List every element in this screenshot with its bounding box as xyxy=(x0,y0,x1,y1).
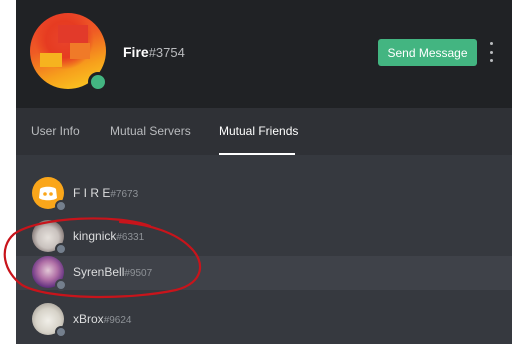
offline-status-icon xyxy=(55,243,67,255)
friend-discriminator: #9507 xyxy=(124,268,153,279)
offline-status-icon xyxy=(55,279,67,291)
offline-status-icon xyxy=(55,326,67,338)
profile-username: Fire#3754 xyxy=(123,44,185,60)
friend-username: F I R E xyxy=(73,186,111,200)
friend-row-syrenbell[interactable]: SyrenBell#9507 xyxy=(16,256,512,291)
page-margin xyxy=(0,0,16,344)
user-profile-modal: Fire#3754 Send Message User Info Mutual … xyxy=(16,0,512,344)
friend-name: xBrox#9624 xyxy=(73,312,132,326)
avatar-art-block xyxy=(40,53,62,67)
friend-discriminator: #7673 xyxy=(110,189,139,200)
avatar-art-block xyxy=(58,25,88,43)
friend-discriminator: #9624 xyxy=(103,315,132,326)
friend-row-xbrox[interactable]: xBrox#9624 xyxy=(16,303,512,338)
tab-mutual-servers[interactable]: Mutual Servers xyxy=(110,124,191,138)
more-vertical-icon[interactable] xyxy=(486,42,496,62)
offline-status-icon xyxy=(55,200,67,212)
friend-row-kingnick[interactable]: kingnick#6331 xyxy=(16,220,512,255)
profile-header: Fire#3754 Send Message xyxy=(16,0,512,108)
avatar-art-block xyxy=(70,43,90,59)
username-discriminator: #3754 xyxy=(148,45,185,60)
dot xyxy=(489,50,493,54)
username-text: Fire xyxy=(123,44,149,60)
friend-name: SyrenBell#9507 xyxy=(73,265,152,279)
online-status-icon xyxy=(88,72,108,92)
friend-name: kingnick#6331 xyxy=(73,229,144,243)
dot xyxy=(489,42,493,45)
friend-name: F I R E#7673 xyxy=(73,186,138,200)
friend-discriminator: #6331 xyxy=(116,232,145,243)
tab-user-info[interactable]: User Info xyxy=(31,124,80,138)
tab-mutual-friends[interactable]: Mutual Friends xyxy=(219,124,298,138)
friend-username: SyrenBell xyxy=(73,265,125,279)
friend-username: xBrox xyxy=(73,312,104,326)
friend-username: kingnick xyxy=(73,229,117,243)
send-message-button[interactable]: Send Message xyxy=(378,39,477,66)
friend-row-fire[interactable]: F I R E#7673 xyxy=(16,177,512,212)
dot xyxy=(489,59,493,62)
